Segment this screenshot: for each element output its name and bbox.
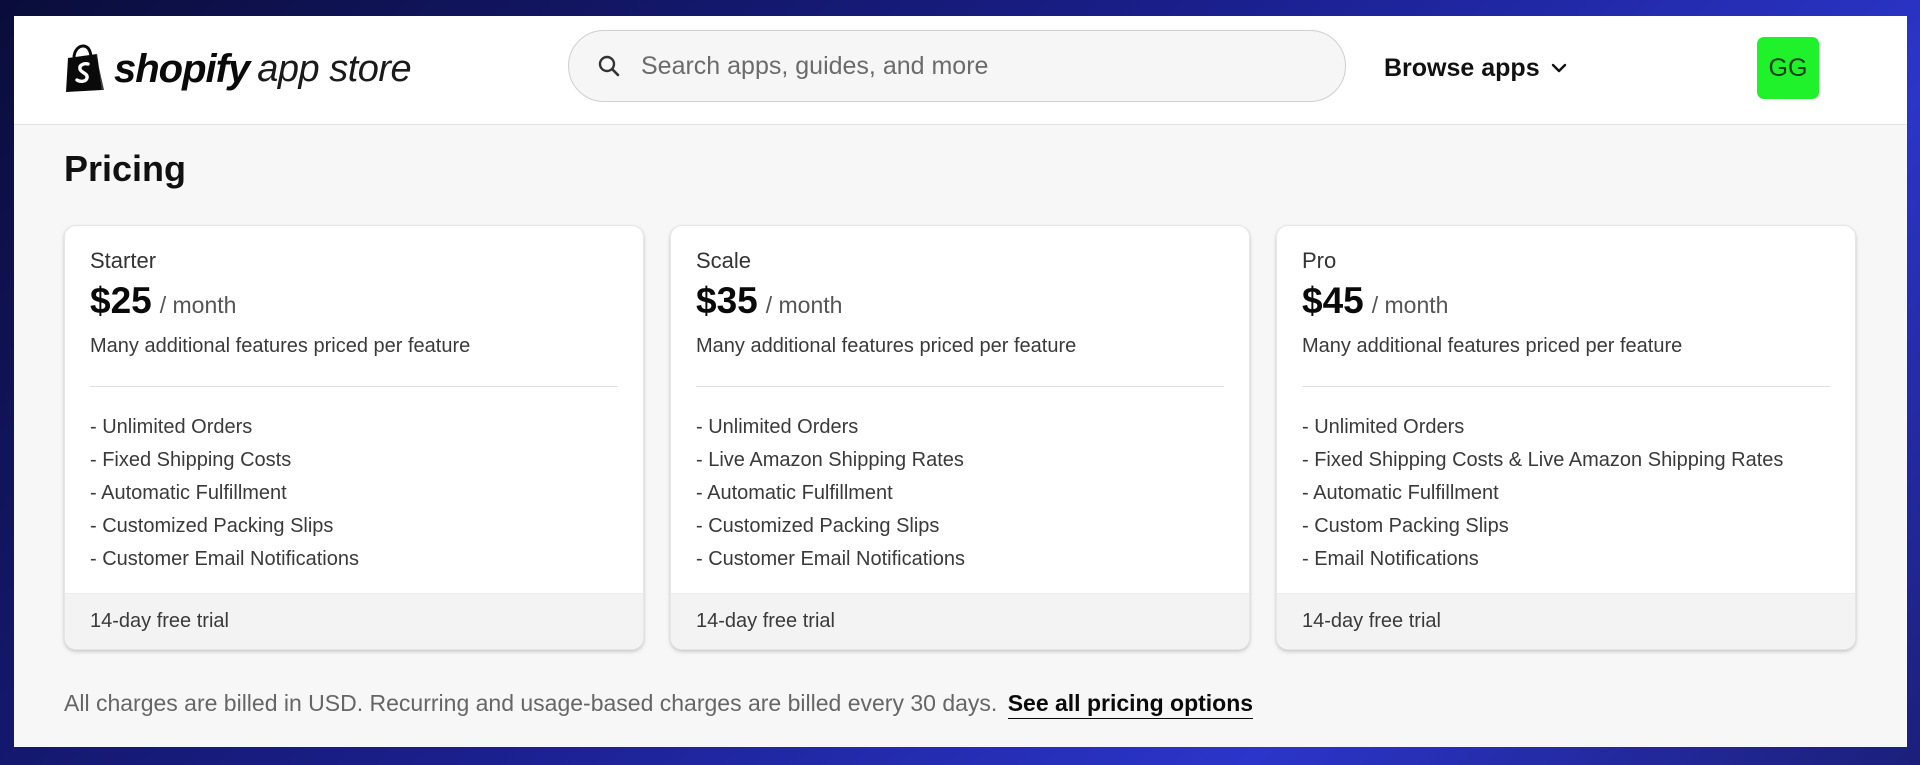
- chevron-down-icon: [1551, 63, 1566, 73]
- plan-price: $45: [1302, 280, 1364, 321]
- pricing-card-pro: Pro $45 / month Many additional features…: [1276, 225, 1856, 650]
- see-all-pricing-link[interactable]: See all pricing options: [1007, 690, 1254, 719]
- divider: [1302, 386, 1830, 387]
- search-bar[interactable]: [568, 30, 1346, 102]
- pricing-title: Pricing: [64, 148, 187, 189]
- plan-period: / month: [159, 292, 237, 318]
- price-row: $25 / month: [90, 280, 236, 322]
- feature-list: - Unlimited Orders - Fixed Shipping Cost…: [1302, 411, 1783, 576]
- feature-item: - Customer Email Notifications: [696, 548, 965, 570]
- pricing-card-starter: Starter $25 / month Many additional feat…: [64, 225, 644, 650]
- feature-item: - Fixed Shipping Costs & Live Amazon Shi…: [1302, 449, 1784, 471]
- feature-item: - Custom Packing Slips: [1302, 515, 1509, 537]
- feature-item: - Automatic Fulfillment: [90, 482, 287, 504]
- divider: [696, 386, 1224, 387]
- plan-name: Pro: [1302, 248, 1337, 273]
- plan-description: Many additional features priced per feat…: [1302, 335, 1683, 357]
- plan-name: Scale: [696, 248, 752, 273]
- free-trial-note: 14-day free trial: [1277, 593, 1855, 649]
- plan-price: $25: [90, 280, 152, 321]
- price-row: $45 / month: [1302, 280, 1448, 322]
- free-trial-note: 14-day free trial: [65, 593, 643, 649]
- feature-list: - Unlimited Orders - Live Amazon Shippin…: [696, 411, 965, 576]
- feature-item: - Unlimited Orders: [1302, 416, 1465, 438]
- browse-apps-dropdown[interactable]: Browse apps: [1384, 52, 1568, 84]
- feature-list: - Unlimited Orders - Fixed Shipping Cost…: [90, 411, 359, 576]
- feature-item: - Customized Packing Slips: [90, 515, 334, 537]
- feature-item: - Customized Packing Slips: [696, 515, 940, 537]
- app-store-page: shopify app store Browse apps GG Pricing…: [14, 16, 1907, 747]
- search-input[interactable]: [639, 50, 1323, 82]
- plan-period: / month: [1371, 292, 1449, 318]
- search-icon: [598, 55, 620, 77]
- divider: [90, 386, 618, 387]
- billing-note: All charges are billed in USD. Recurring…: [64, 690, 998, 716]
- feature-item: - Live Amazon Shipping Rates: [696, 449, 964, 471]
- browse-apps-label: Browse apps: [1384, 53, 1540, 82]
- plan-price: $35: [696, 280, 758, 321]
- plan-description: Many additional features priced per feat…: [90, 335, 471, 357]
- price-row: $35 / month: [696, 280, 842, 322]
- free-trial-note: 14-day free trial: [671, 593, 1249, 649]
- feature-item: - Unlimited Orders: [696, 416, 859, 438]
- plan-description: Many additional features priced per feat…: [696, 335, 1077, 357]
- feature-item: - Automatic Fulfillment: [696, 482, 893, 504]
- plan-name: Starter: [90, 248, 157, 273]
- shopify-app-store-logo[interactable]: shopify app store: [64, 42, 412, 96]
- logo-subtitle: app store: [257, 47, 412, 90]
- top-header: shopify app store Browse apps GG: [14, 16, 1907, 125]
- shopify-bag-icon: [66, 44, 104, 92]
- pricing-card-scale: Scale $35 / month Many additional featur…: [670, 225, 1250, 650]
- billing-footer: All charges are billed in USD. Recurring…: [64, 690, 1254, 719]
- feature-item: - Email Notifications: [1302, 548, 1479, 570]
- feature-item: - Automatic Fulfillment: [1302, 482, 1499, 504]
- logo-wordmark: shopify: [114, 46, 250, 91]
- feature-item: - Customer Email Notifications: [90, 548, 359, 570]
- plan-period: / month: [765, 292, 843, 318]
- avatar[interactable]: GG: [1757, 37, 1819, 99]
- feature-item: - Unlimited Orders: [90, 416, 253, 438]
- feature-item: - Fixed Shipping Costs: [90, 449, 292, 471]
